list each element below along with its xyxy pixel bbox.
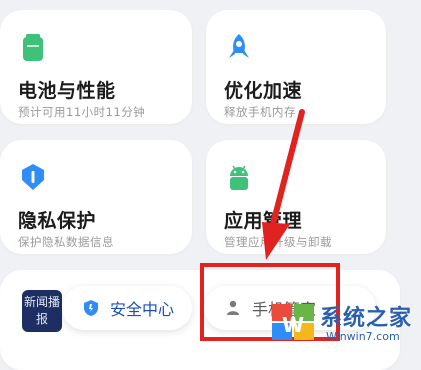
privacy-shield-icon	[22, 164, 44, 190]
watermark-logo-letter: W	[282, 313, 304, 337]
android-app-icon	[230, 165, 248, 190]
battery-performance-card[interactable]: 电池与性能 预计可用11小时11分钟	[0, 10, 192, 124]
battery-icon	[23, 34, 43, 61]
watermark-url: Winwin7.com	[326, 330, 400, 343]
watermark-text: 系统之家	[320, 306, 413, 331]
news-broadcast-thumbnail[interactable]: 新闻播报	[22, 290, 62, 332]
card-subtitle: 管理应用升级与卸载	[224, 235, 332, 249]
app-management-card[interactable]: 应用管理 管理应用升级与卸载	[206, 140, 386, 254]
card-subtitle: 保护隐私数据信息	[18, 235, 114, 249]
card-title: 隐私保护	[18, 210, 97, 232]
security-center-button[interactable]: 安全中心	[62, 286, 192, 330]
watermark: W 系统之家 Winwin7.com	[270, 298, 421, 350]
security-center-label: 安全中心	[110, 300, 175, 319]
card-title: 优化加速	[224, 80, 303, 102]
optimize-speed-card[interactable]: 优化加速 释放手机内存	[206, 10, 386, 124]
rocket-icon	[229, 34, 249, 58]
card-title: 应用管理	[224, 210, 303, 232]
watermark-logo: W	[272, 304, 314, 340]
card-subtitle: 释放手机内存	[224, 105, 296, 119]
privacy-protect-card[interactable]: 隐私保护 保护隐私数据信息	[0, 140, 192, 254]
news-thumb-label: 新闻播报	[23, 295, 60, 326]
security-shield-icon	[84, 300, 98, 316]
card-title: 电池与性能	[18, 80, 116, 102]
card-subtitle: 预计可用11小时11分钟	[18, 105, 146, 119]
